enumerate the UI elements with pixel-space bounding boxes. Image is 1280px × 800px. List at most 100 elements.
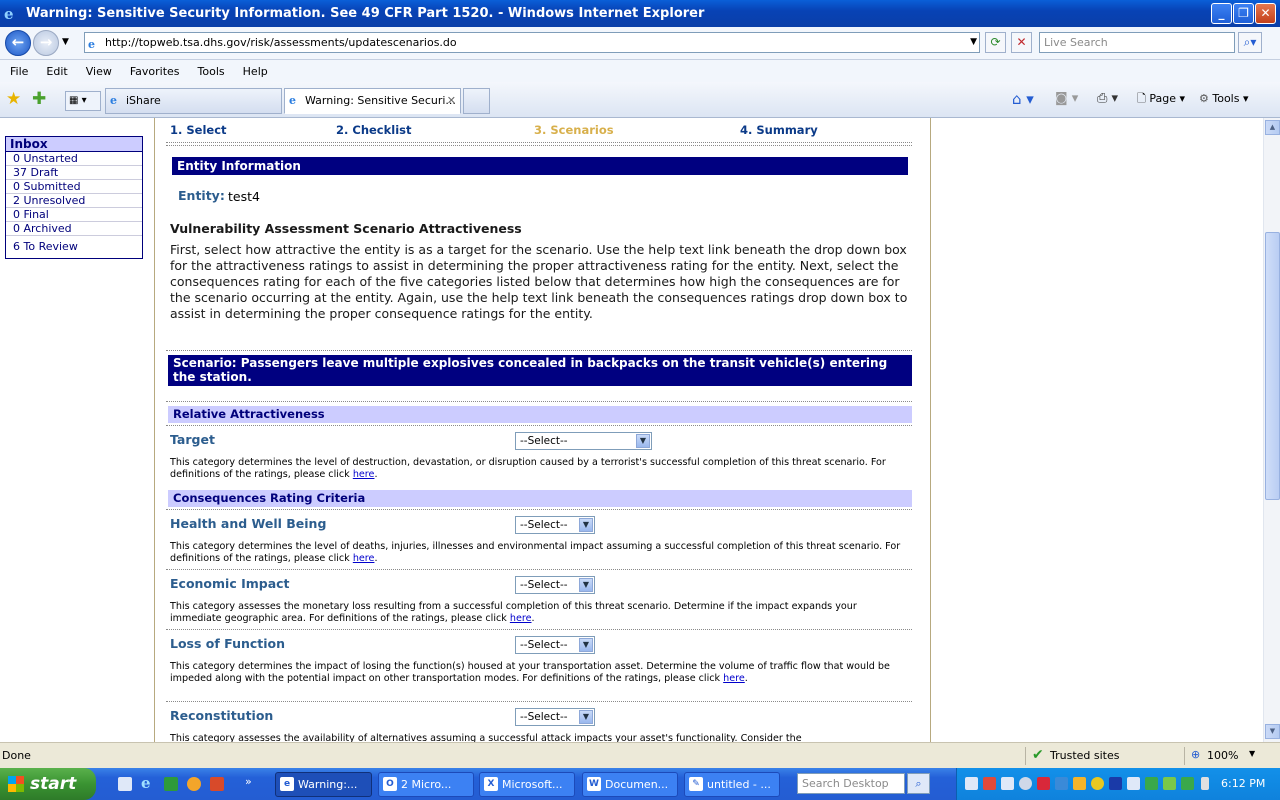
desktop-search-icon[interactable]: ⌕	[907, 773, 930, 794]
divider	[166, 629, 912, 630]
tray-icon[interactable]	[1001, 777, 1014, 790]
desktop-search-input[interactable]: Search Desktop	[797, 773, 905, 794]
window-title-bar[interactable]: e Warning: Sensitive Security Informatio…	[0, 0, 1280, 27]
intro-text: First, select how attractive the entity …	[170, 242, 908, 321]
tray-icon[interactable]	[1019, 777, 1032, 790]
tab-ishare[interactable]: e iShare	[105, 88, 282, 114]
taskbar-outlook[interactable]: O 2 Micro...	[378, 772, 474, 797]
tray-icon[interactable]	[1163, 777, 1176, 790]
divider	[166, 509, 912, 510]
tray-icon[interactable]	[1091, 777, 1104, 790]
scroll-up-icon[interactable]: ▲	[1265, 120, 1280, 135]
step-select[interactable]: 1. Select	[170, 123, 227, 137]
scroll-down-icon[interactable]: ▼	[1265, 724, 1280, 739]
tray-icon[interactable]	[1073, 777, 1086, 790]
taskbar-paint[interactable]: ✎ untitled - ...	[684, 772, 780, 797]
tools-menu-button[interactable]: ⚙ Tools ▾	[1199, 90, 1249, 108]
show-desktop-icon[interactable]	[118, 777, 132, 791]
scroll-thumb[interactable]	[1265, 232, 1280, 500]
taskbar-label: Microsoft...	[502, 778, 563, 791]
maximize-button[interactable]: ❐	[1233, 3, 1254, 24]
outlook-quicklaunch-icon[interactable]	[187, 777, 201, 791]
zoom-level[interactable]: 100%	[1207, 749, 1238, 762]
economic-select[interactable]: --Select-- ▼	[515, 576, 595, 594]
menu-help[interactable]: Help	[233, 65, 276, 78]
close-button[interactable]: ✕	[1255, 3, 1276, 24]
inbox-item-to-review[interactable]: 6 To Review	[6, 240, 142, 254]
zoom-dropdown-icon[interactable]: ▼	[1249, 749, 1255, 758]
address-dropdown-icon[interactable]: ▼	[970, 33, 977, 52]
feeds-icon[interactable]: ◙ ▾	[1055, 90, 1078, 108]
inbox-item-unresolved[interactable]: 2 Unresolved	[6, 194, 142, 208]
powerpoint-quicklaunch-icon[interactable]	[210, 777, 224, 791]
start-button[interactable]: start	[0, 768, 96, 800]
history-dropdown-icon[interactable]: ▼	[62, 37, 69, 47]
forward-button[interactable]: →	[33, 30, 59, 56]
loss-of-function-select[interactable]: --Select-- ▼	[515, 636, 595, 654]
definitions-link[interactable]: here	[353, 469, 375, 480]
tray-icon[interactable]	[965, 777, 978, 790]
loss-of-function-description: This category determines the impact of l…	[170, 661, 905, 685]
print-icon[interactable]: ⎙ ▾	[1097, 90, 1118, 108]
taskbar-label: Warning:...	[298, 778, 358, 791]
inbox-item-final[interactable]: 0 Final	[6, 208, 142, 222]
tray-icon[interactable]	[1201, 777, 1209, 790]
divider	[166, 350, 912, 351]
tray-icon[interactable]	[1145, 777, 1158, 790]
quicklaunch-overflow-icon[interactable]: »	[245, 775, 252, 788]
inbox-item-archived[interactable]: 0 Archived	[6, 222, 142, 236]
vertical-scrollbar[interactable]: ▲ ▼	[1263, 118, 1280, 742]
zoom-icon[interactable]: ⊕	[1191, 748, 1200, 761]
health-select[interactable]: --Select-- ▼	[515, 516, 595, 534]
address-bar[interactable]: e http://topweb.tsa.dhs.gov/risk/assessm…	[84, 32, 980, 53]
tray-icon[interactable]	[1181, 777, 1194, 790]
page-menu-icon: 🗋	[1137, 92, 1146, 105]
stop-icon[interactable]: ✕	[1011, 32, 1032, 53]
favorites-star-icon[interactable]: ★	[6, 89, 21, 109]
new-tab-button[interactable]	[463, 88, 490, 114]
target-select[interactable]: --Select-- ▼	[515, 432, 652, 450]
chevron-down-icon: ▼	[579, 710, 593, 724]
inbox-item-submitted[interactable]: 0 Submitted	[6, 180, 142, 194]
tray-icon[interactable]	[1109, 777, 1122, 790]
menu-view[interactable]: View	[76, 65, 120, 78]
menu-tools[interactable]: Tools	[188, 65, 233, 78]
search-input[interactable]: Live Search	[1039, 32, 1235, 53]
page-menu-button[interactable]: 🗋 Page ▾	[1137, 90, 1185, 108]
menu-file[interactable]: File	[0, 65, 36, 78]
windows-logo-icon	[8, 776, 24, 792]
definitions-link[interactable]: here	[510, 613, 532, 624]
quick-tabs-icon[interactable]: ▦ ▾	[65, 91, 101, 111]
menu-edit[interactable]: Edit	[36, 65, 75, 78]
add-favorite-icon[interactable]: ✚	[32, 89, 46, 109]
checkmark-icon: ✔	[1032, 747, 1044, 763]
definitions-link[interactable]: here	[723, 673, 745, 684]
taskbar-excel[interactable]: X Microsoft...	[479, 772, 575, 797]
tray-icon[interactable]	[1055, 777, 1068, 790]
close-tab-icon[interactable]: ✕	[447, 89, 456, 113]
excel-quicklaunch-icon[interactable]	[164, 777, 178, 791]
tab-warning[interactable]: e Warning: Sensitive Securi... ✕	[284, 88, 461, 114]
search-icon[interactable]: ⌕▾	[1238, 32, 1262, 53]
taskbar-word[interactable]: W Documen...	[582, 772, 678, 797]
home-icon[interactable]: ⌂ ▾	[1012, 90, 1034, 108]
inbox-item-unstarted[interactable]: 0 Unstarted	[6, 152, 142, 166]
chevron-down-icon: ▼	[636, 434, 650, 448]
step-checklist[interactable]: 2. Checklist	[336, 123, 412, 137]
divider	[166, 425, 912, 426]
menu-favorites[interactable]: Favorites	[120, 65, 188, 78]
step-summary[interactable]: 4. Summary	[740, 123, 818, 137]
tray-icon[interactable]	[983, 777, 996, 790]
refresh-icon[interactable]: ⟳	[985, 32, 1006, 53]
reconstitution-select[interactable]: --Select-- ▼	[515, 708, 595, 726]
ie-quicklaunch-icon[interactable]: e	[141, 774, 151, 792]
divider	[166, 401, 912, 402]
back-button[interactable]: ←	[5, 30, 31, 56]
taskbar-ie-warning[interactable]: e Warning:...	[275, 772, 372, 797]
clock[interactable]: 6:12 PM	[1221, 777, 1265, 790]
minimize-button[interactable]: _	[1211, 3, 1232, 24]
inbox-item-draft[interactable]: 37 Draft	[6, 166, 142, 180]
tray-icon[interactable]	[1127, 777, 1140, 790]
definitions-link[interactable]: here	[353, 553, 375, 564]
tray-icon[interactable]	[1037, 777, 1050, 790]
